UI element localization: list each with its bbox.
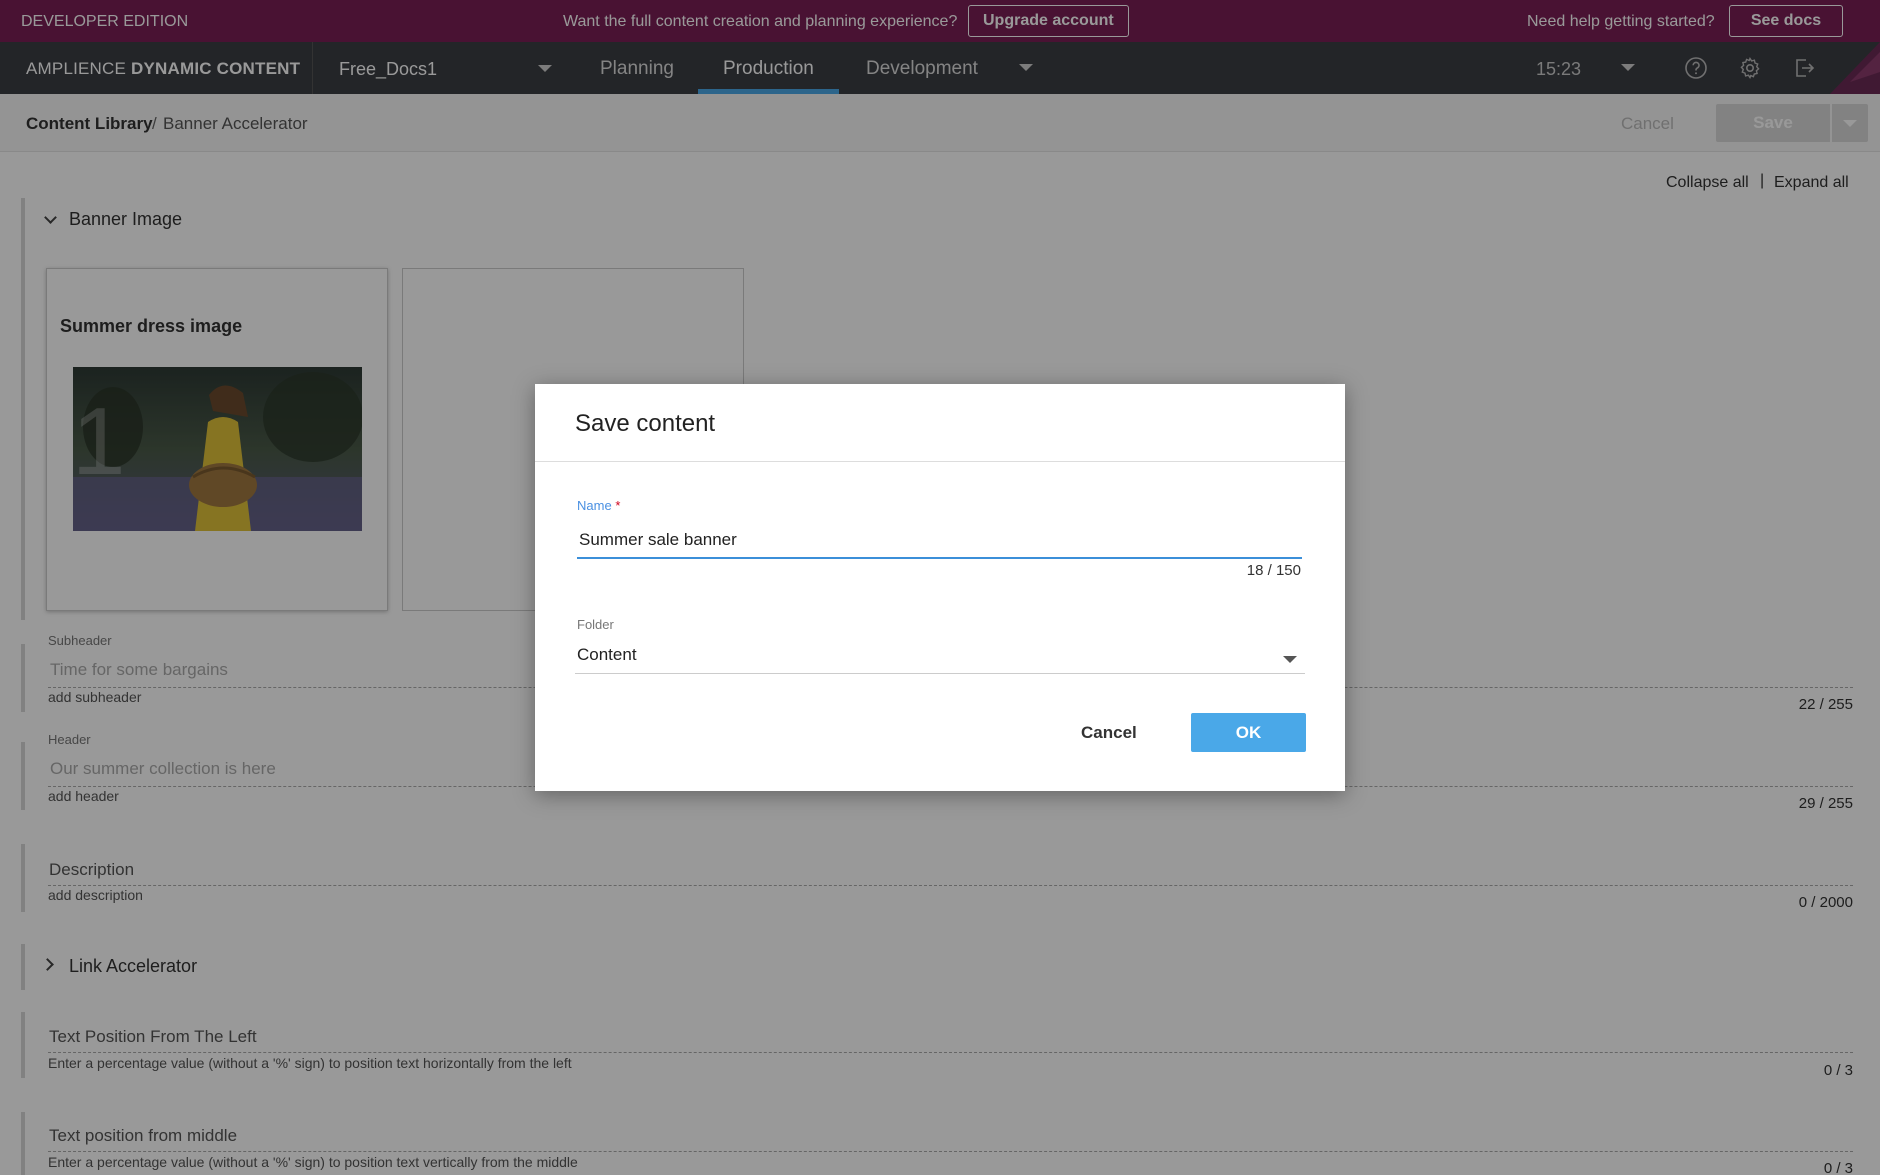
- required-mark: *: [615, 498, 621, 513]
- dialog-divider: [535, 461, 1345, 462]
- dialog-title: Save content: [575, 410, 716, 437]
- name-field-label: Name *: [577, 498, 620, 513]
- name-input[interactable]: [577, 523, 1302, 559]
- save-content-dialog: Save content Name * 18 / 150 Folder Cont…: [535, 384, 1345, 791]
- dialog-cancel-button[interactable]: Cancel: [1081, 723, 1137, 743]
- name-label-text: Name: [577, 498, 612, 513]
- dialog-ok-button[interactable]: OK: [1191, 713, 1306, 752]
- name-char-count: 18 / 150: [1246, 562, 1301, 579]
- folder-field-label: Folder: [577, 617, 614, 632]
- folder-select-value: Content: [577, 645, 637, 664]
- folder-chevron-down-icon: [1283, 656, 1297, 663]
- folder-select[interactable]: Content: [575, 638, 1305, 674]
